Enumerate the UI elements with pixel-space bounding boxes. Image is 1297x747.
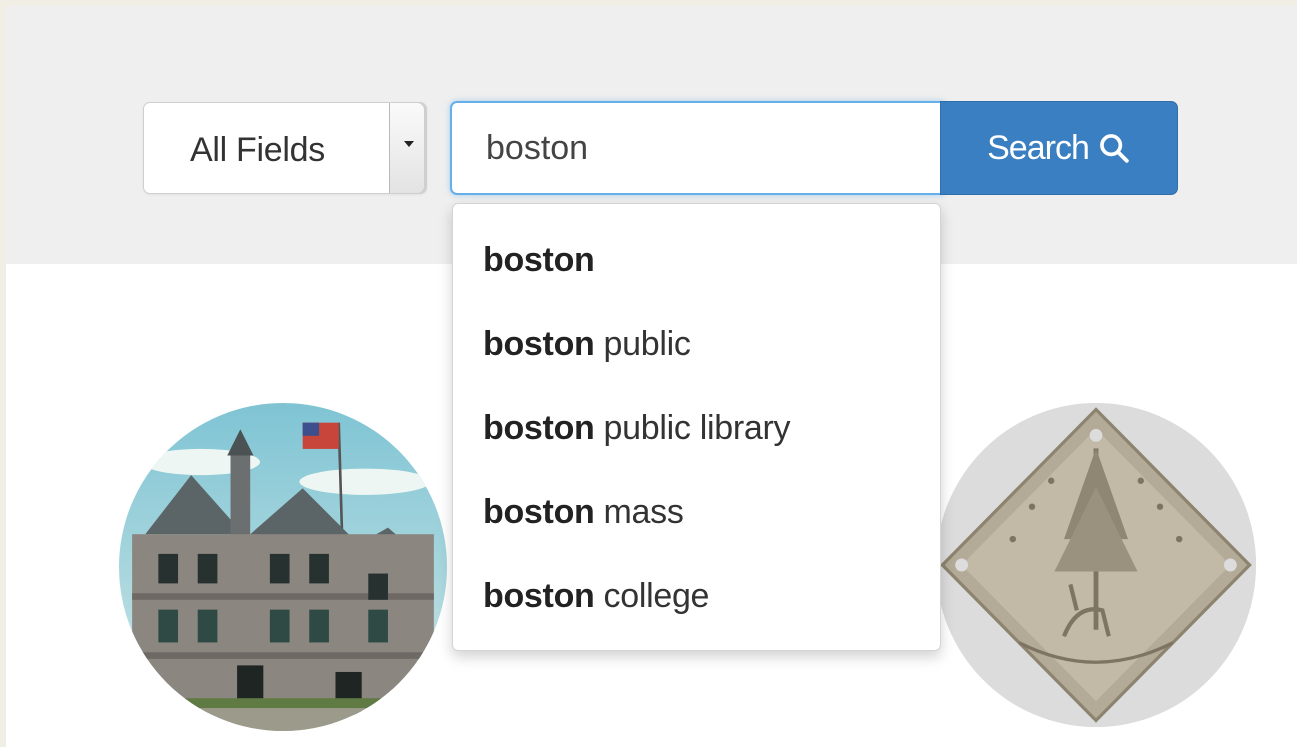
suggestion-item[interactable]: boston public (453, 302, 940, 386)
suggestion-rest: mass (603, 492, 684, 531)
caret-down-icon (404, 141, 414, 147)
suggestion-rest: college (603, 576, 710, 615)
collection-thumbnail-medal[interactable] (936, 403, 1256, 727)
suggestion-item[interactable]: boston mass (453, 470, 940, 554)
suggestion-item[interactable]: boston (453, 218, 940, 302)
search-field-select[interactable]: All Fields (143, 102, 427, 194)
suggestion-item[interactable]: boston public library (453, 386, 940, 470)
search-field-label: All Fields (190, 131, 325, 169)
medal-image (936, 403, 1256, 727)
building-image (119, 403, 447, 731)
collection-thumbnail-building[interactable] (119, 403, 447, 731)
search-input[interactable] (450, 101, 944, 195)
suggestion-match: boston (483, 492, 595, 531)
search-button-label: Search (987, 128, 1090, 167)
suggestion-match: boston (483, 576, 595, 615)
suggestion-rest: public (603, 324, 691, 363)
suggestion-match: boston (483, 324, 595, 363)
search-icon (1099, 134, 1129, 163)
suggestion-match: boston (483, 240, 595, 279)
suggestion-rest: public library (603, 408, 791, 447)
search-button[interactable]: Search (940, 101, 1178, 195)
select-toggle[interactable] (389, 103, 427, 193)
suggestion-match: boston (483, 408, 595, 447)
suggestion-item[interactable]: boston college (453, 554, 940, 638)
autocomplete-dropdown: boston boston public boston public libra… (452, 203, 941, 651)
page-frame: All Fields Search boston boston public b… (6, 6, 1297, 747)
